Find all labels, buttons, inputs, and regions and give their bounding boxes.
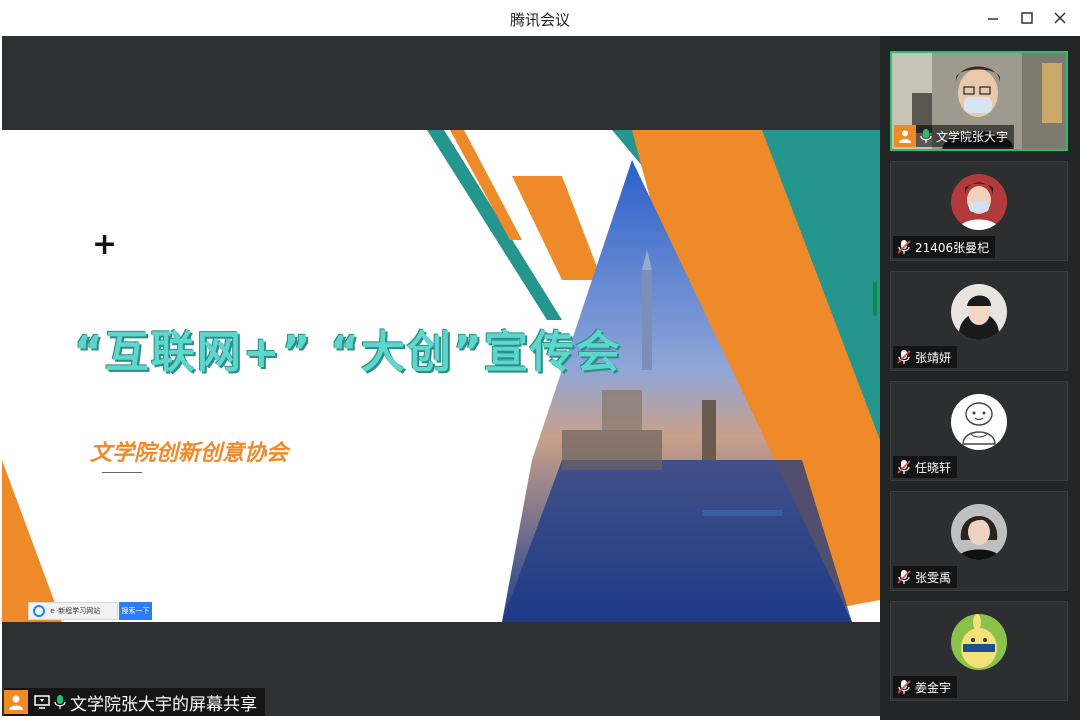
mic-muted-icon: [897, 460, 911, 474]
participant-name: 张靖妍: [915, 350, 952, 365]
participant-tile[interactable]: 任晓轩: [890, 381, 1068, 481]
avatar: [951, 174, 1007, 230]
participant-name: 21406张曼杞: [915, 240, 990, 255]
avatar: [951, 614, 1007, 670]
window-title: 腾讯会议: [509, 11, 570, 29]
close-button[interactable]: [1047, 6, 1073, 30]
screen-share-label: 文学院张大宇的屏幕共享: [4, 688, 265, 716]
participant-video-panel: 文学院张大宇 21406张曼杞 张靖妍 任晓轩 张雯禹 姜金宇: [880, 36, 1080, 720]
microphone-icon: [54, 694, 66, 710]
avatar: [4, 690, 28, 714]
subtitle-underline: [102, 472, 142, 473]
ie-icon: [33, 605, 45, 617]
minimize-icon: [988, 18, 998, 20]
mic-muted-icon: [897, 350, 911, 364]
mic-muted-icon: [897, 240, 911, 254]
panel-resize-handle[interactable]: [873, 282, 877, 316]
maximize-button[interactable]: [1014, 6, 1040, 30]
slide-main-title: “互联网+” “大创”宣传会: [74, 327, 622, 378]
slide-subtitle: 文学院创新创意协会: [90, 441, 289, 466]
participant-tile[interactable]: 张雯禹: [890, 491, 1068, 591]
browser-search-button[interactable]: 搜索一下: [119, 602, 152, 620]
screen-share-owner: 文学院张大宇的屏幕共享: [70, 694, 257, 715]
minimize-button[interactable]: [980, 6, 1006, 30]
participant-name: 张雯禹: [915, 570, 952, 585]
participant-name-tag: 张雯禹: [893, 566, 958, 588]
avatar: [951, 504, 1007, 560]
microphone-icon: [920, 129, 932, 143]
browser-search-text: ｅ·新程学习网站: [49, 607, 101, 615]
participant-name-tag: 姜金宇: [893, 676, 958, 698]
participant-name: 文学院张大宇: [936, 129, 1009, 144]
participant-name-tag: 21406张曼杞: [893, 236, 996, 258]
participant-name-tag: 文学院张大宇: [894, 125, 1015, 147]
mic-muted-icon: [897, 570, 911, 584]
participant-name-tag: 张靖妍: [893, 346, 958, 368]
participant-tile[interactable]: 张靖妍: [890, 271, 1068, 371]
participant-tile[interactable]: 姜金宇: [890, 601, 1068, 701]
close-icon: [1054, 12, 1066, 24]
participant-tile[interactable]: 21406张曼杞: [890, 161, 1068, 261]
person-icon: [898, 130, 912, 143]
browser-search-bar: ｅ·新程学习网站 搜索一下: [28, 602, 152, 620]
participant-tile[interactable]: 文学院张大宇: [890, 51, 1068, 151]
maximize-icon: [1021, 12, 1033, 24]
presentation-slide: + “互联网+” “大创”宣传会 文学院创新创意协会 ｅ·新程学习网站 搜索一下: [2, 130, 880, 622]
person-icon: [9, 695, 23, 710]
participant-name: 姜金宇: [915, 680, 952, 695]
mic-muted-icon: [897, 680, 911, 694]
participant-name-tag: 任晓轩: [893, 456, 958, 478]
screen-share-area[interactable]: + “互联网+” “大创”宣传会 文学院创新创意协会 ｅ·新程学习网站 搜索一下: [2, 36, 880, 716]
screen-share-icon: [34, 695, 50, 709]
participant-name: 任晓轩: [915, 460, 952, 475]
title-bar: 腾讯会议: [0, 0, 1080, 36]
avatar: [951, 394, 1007, 450]
plus-mark: +: [92, 227, 118, 262]
avatar: [951, 284, 1007, 340]
avatar: [894, 125, 916, 147]
